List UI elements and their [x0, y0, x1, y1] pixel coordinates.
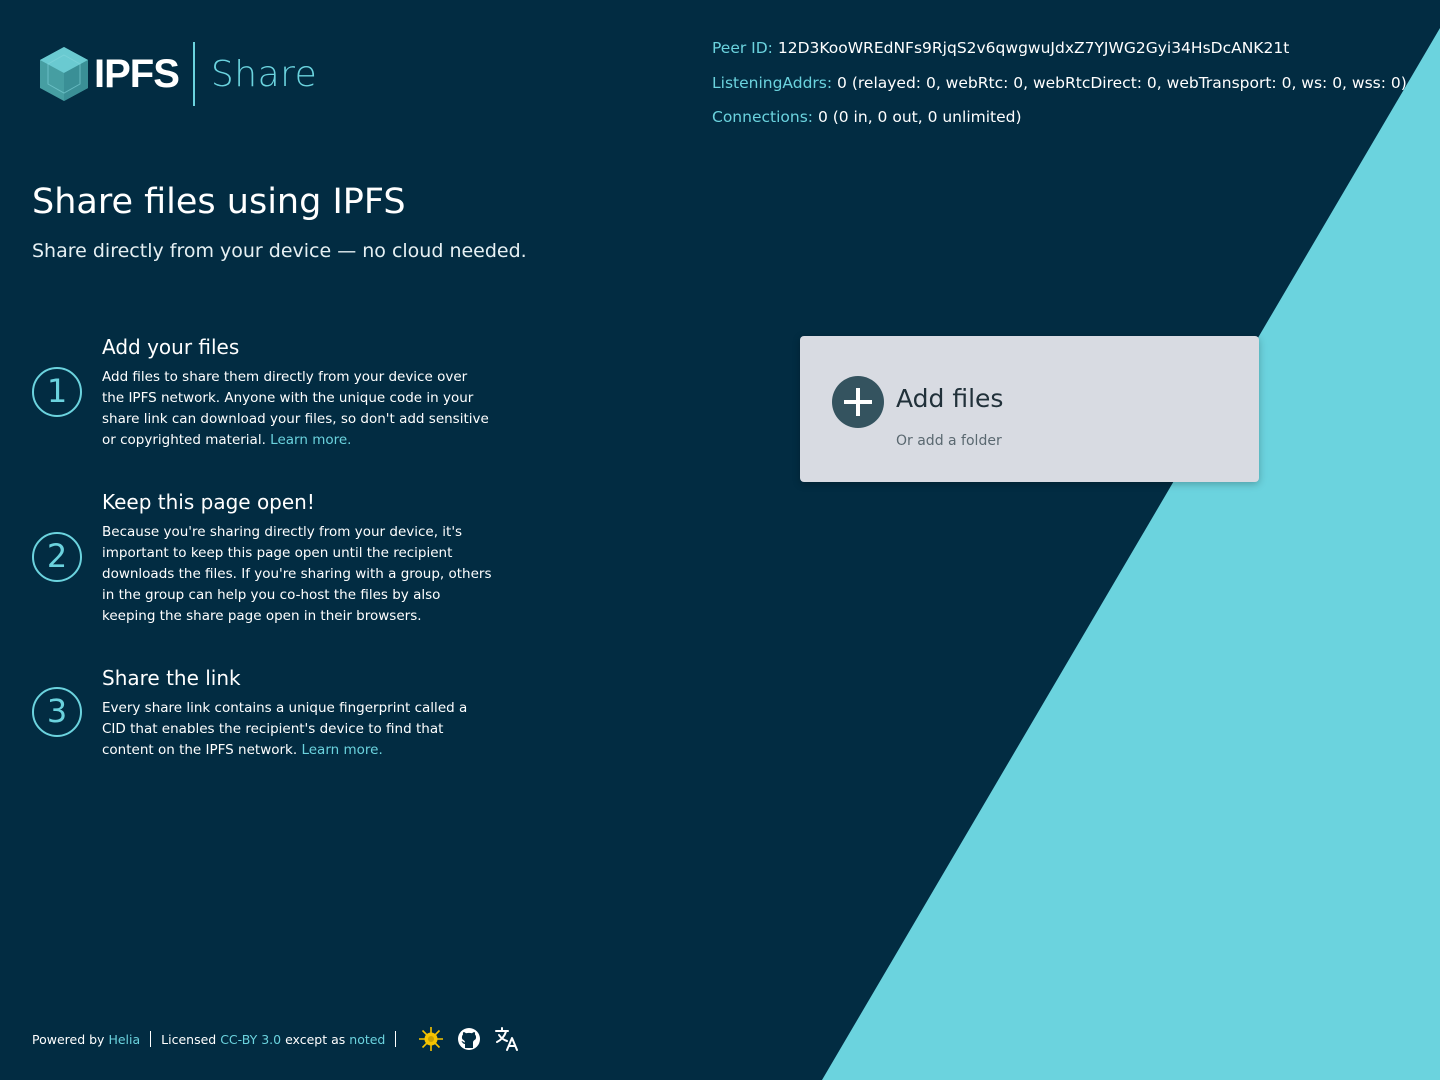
plus-icon [844, 388, 872, 416]
footer: Powered by Helia Licensed CC-BY 3.0 exce… [32, 1026, 520, 1052]
step-number-3: 3 [32, 687, 82, 737]
step-description: Add files to share them directly from yo… [102, 367, 492, 451]
license-link[interactable]: CC-BY 3.0 [220, 1032, 281, 1047]
github-icon[interactable] [456, 1026, 482, 1052]
listening-addrs-value: 0 (relayed: 0, webRtc: 0, webRtcDirect: … [837, 73, 1407, 92]
node-info: Peer ID: 12D3KooWREdNFs9RjqS2v6qwgwuJdxZ… [712, 38, 1407, 142]
ipfs-cube-icon [40, 47, 88, 101]
add-files-label[interactable]: Add files [896, 384, 1003, 413]
logo-share-text: Share [210, 53, 318, 95]
connections-value: 0 (0 in, 0 out, 0 unlimited) [817, 108, 1022, 126]
peer-id-label: Peer ID: [712, 39, 773, 57]
connections-row: Connections: 0 (0 in, 0 out, 0 unlimited… [712, 107, 1407, 127]
step-title: Share the link [102, 666, 241, 690]
helia-link[interactable]: Helia [108, 1032, 140, 1047]
translate-icon[interactable] [494, 1026, 520, 1052]
peer-id-value: 12D3KooWREdNFs9RjqS2v6qwgwuJdxZ7YJWG2Gyi… [777, 39, 1290, 57]
footer-divider [395, 1031, 397, 1047]
except-as-text: except as [285, 1031, 346, 1047]
page-title: Share files using IPFS [32, 182, 406, 222]
step-number-1: 1 [32, 367, 82, 417]
page-subtitle: Share directly from your device — no clo… [32, 240, 527, 262]
add-files-button[interactable] [832, 376, 884, 428]
step-title: Add your files [102, 335, 240, 359]
licensed-text: Licensed [161, 1031, 217, 1047]
noted-link[interactable]: noted [349, 1032, 385, 1047]
powered-by-text: Powered by [32, 1031, 105, 1047]
footer-divider [150, 1031, 152, 1047]
logo-divider [192, 42, 195, 106]
logo-ipfs-text: IPFS [94, 51, 180, 96]
ipfs-share-logo[interactable]: IPFS Share [38, 42, 317, 106]
step-description: Every share link contains a unique finge… [102, 698, 492, 761]
listening-addrs-label: ListeningAddrs: [712, 73, 833, 92]
helia-sun-icon[interactable] [418, 1026, 444, 1052]
step-text: Because you're sharing directly from you… [102, 524, 492, 624]
learn-more-link[interactable]: Learn more. [301, 742, 382, 758]
learn-more-link[interactable]: Learn more. [270, 432, 351, 448]
step-description: Because you're sharing directly from you… [102, 522, 492, 627]
step-number-2: 2 [32, 532, 82, 582]
add-files-card[interactable]: Add files Or add a folder [800, 336, 1259, 482]
step-title: Keep this page open! [102, 490, 315, 514]
peer-id-row: Peer ID: 12D3KooWREdNFs9RjqS2v6qwgwuJdxZ… [712, 38, 1407, 58]
connections-label: Connections: [712, 108, 813, 126]
listening-addrs-row: ListeningAddrs: 0 (relayed: 0, webRtc: 0… [712, 73, 1407, 93]
add-folder-link[interactable]: Or add a folder [896, 433, 1002, 449]
step-text: Every share link contains a unique finge… [102, 700, 468, 758]
